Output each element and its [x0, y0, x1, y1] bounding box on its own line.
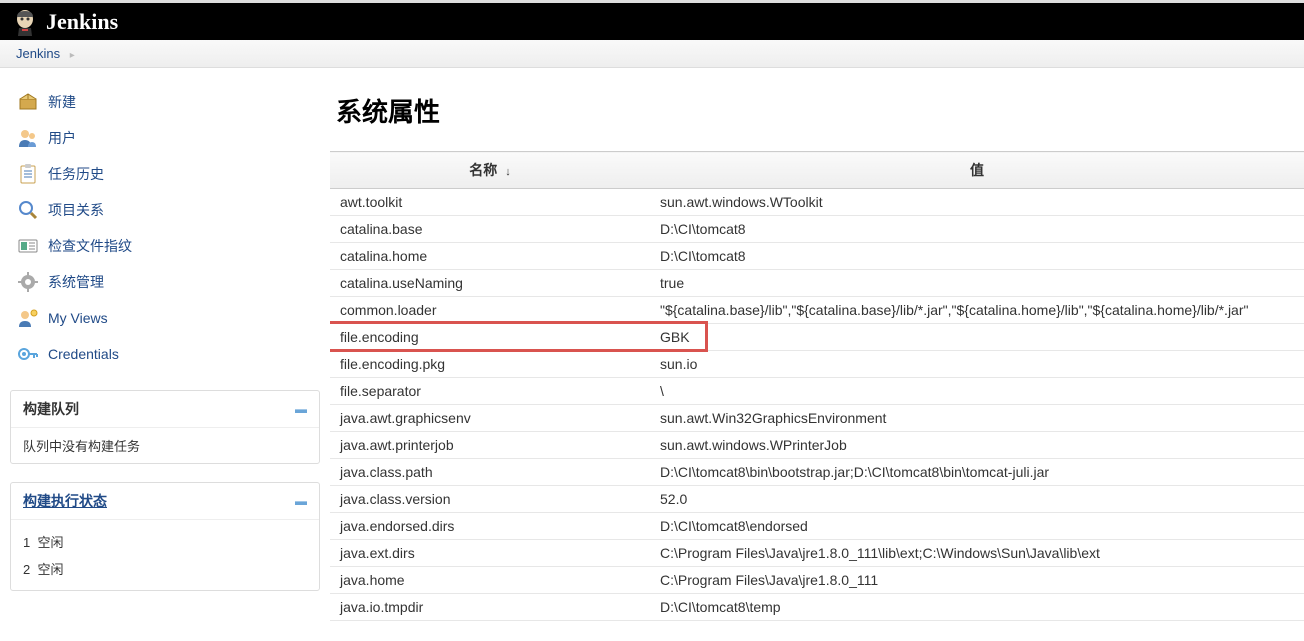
sidebar-item-box[interactable]: 新建	[10, 84, 320, 120]
table-row: java.homeC:\Program Files\Java\jre1.8.0_…	[330, 567, 1304, 594]
executor-row: 2 空闲	[23, 555, 307, 582]
prop-value: sun.awt.windows.WToolkit	[650, 189, 1304, 216]
sidebar-item-label[interactable]: 系统管理	[48, 272, 104, 292]
prop-name: catalina.home	[330, 243, 650, 270]
prop-name: file.encoding.pkg	[330, 351, 650, 378]
table-row: catalina.baseD:\CI\tomcat8	[330, 216, 1304, 243]
executor-row: 1 空闲	[23, 528, 307, 555]
fingerprint-icon	[16, 234, 40, 258]
sidebar-item-label[interactable]: 项目关系	[48, 200, 104, 220]
prop-value: true	[650, 270, 1304, 297]
table-row: catalina.homeD:\CI\tomcat8	[330, 243, 1304, 270]
column-header-name[interactable]: 名称 ↓	[330, 152, 650, 189]
table-row: java.awt.graphicsenvsun.awt.Win32Graphic…	[330, 405, 1304, 432]
sidebar-item-label[interactable]: 用户	[48, 128, 76, 148]
sidebar-item-fingerprint[interactable]: 检查文件指纹	[10, 228, 320, 264]
prop-name: java.home	[330, 567, 650, 594]
sort-arrow-icon: ↓	[505, 166, 511, 178]
gear-icon	[16, 270, 40, 294]
column-header-value[interactable]: 值	[650, 152, 1304, 189]
box-icon	[16, 90, 40, 114]
table-row: java.awt.printerjobsun.awt.windows.WPrin…	[330, 432, 1304, 459]
executor-num: 2	[23, 562, 30, 577]
table-row: java.class.pathD:\CI\tomcat8\bin\bootstr…	[330, 459, 1304, 486]
app-header: Jenkins	[0, 0, 1304, 40]
prop-name: java.class.path	[330, 459, 650, 486]
prop-name: awt.toolkit	[330, 189, 650, 216]
prop-value: C:\Program Files\Java\jre1.8.0_111	[650, 567, 1304, 594]
build-queue-body: 队列中没有构建任务	[11, 428, 319, 463]
breadcrumb: Jenkins ▸	[0, 40, 1304, 68]
prop-name: catalina.useNaming	[330, 270, 650, 297]
build-queue-panel: 构建队列 ▬ 队列中没有构建任务	[10, 390, 320, 464]
sidebar: 新建用户任务历史项目关系检查文件指纹系统管理 My Views Credential…	[0, 68, 330, 641]
search-icon	[16, 198, 40, 222]
product-name: Jenkins	[46, 9, 118, 35]
breadcrumb-separator-icon: ▸	[70, 50, 75, 61]
prop-name: file.separator	[330, 378, 650, 405]
table-row: java.class.version52.0	[330, 486, 1304, 513]
table-row: catalina.useNamingtrue	[330, 270, 1304, 297]
prop-name: java.class.version	[330, 486, 650, 513]
prop-name: java.endorsed.dirs	[330, 513, 650, 540]
collapse-icon[interactable]: ▬	[295, 402, 307, 416]
jenkins-icon	[12, 7, 38, 37]
sidebar-item-myview[interactable]: My Views	[10, 300, 320, 336]
prop-value: sun.io	[650, 351, 1304, 378]
sidebar-item-key[interactable]: Credentials	[10, 336, 320, 372]
sidebar-item-label[interactable]: My Views	[48, 310, 108, 326]
prop-name: java.awt.graphicsenv	[330, 405, 650, 432]
users-icon	[16, 126, 40, 150]
executor-state: 空闲	[37, 562, 63, 577]
prop-value: D:\CI\tomcat8\temp	[650, 594, 1304, 621]
executor-state: 空闲	[37, 535, 63, 550]
myview-icon	[16, 306, 40, 330]
sidebar-item-users[interactable]: 用户	[10, 120, 320, 156]
executors-panel: 构建执行状态 ▬ 1 空闲2 空闲	[10, 482, 320, 591]
sidebar-item-gear[interactable]: 系统管理	[10, 264, 320, 300]
table-row: java.endorsed.dirsD:\CI\tomcat8\endorsed	[330, 513, 1304, 540]
prop-value: GBK	[650, 324, 1304, 351]
build-queue-title: 构建队列	[23, 399, 79, 419]
page-title: 系统属性	[336, 92, 1304, 129]
executor-num: 1	[23, 535, 30, 550]
table-row: java.io.tmpdirD:\CI\tomcat8\temp	[330, 594, 1304, 621]
prop-value: C:\Program Files\Java\jre1.8.0_111\lib\e…	[650, 540, 1304, 567]
table-row: file.encodingGBK	[330, 324, 1304, 351]
prop-value: D:\CI\tomcat8	[650, 216, 1304, 243]
table-row: awt.toolkitsun.awt.windows.WToolkit	[330, 189, 1304, 216]
clipboard-icon	[16, 162, 40, 186]
sidebar-item-search[interactable]: 项目关系	[10, 192, 320, 228]
breadcrumb-item[interactable]: Jenkins	[16, 46, 60, 61]
sidebar-item-label[interactable]: 任务历史	[48, 164, 104, 184]
prop-value: D:\CI\tomcat8\endorsed	[650, 513, 1304, 540]
sidebar-item-clipboard[interactable]: 任务历史	[10, 156, 320, 192]
prop-value: sun.awt.Win32GraphicsEnvironment	[650, 405, 1304, 432]
collapse-icon[interactable]: ▬	[295, 494, 307, 508]
prop-value: \	[650, 378, 1304, 405]
prop-name: java.io.tmpdir	[330, 594, 650, 621]
prop-name: common.loader	[330, 297, 650, 324]
system-properties-table: 名称 ↓ 值 awt.toolkitsun.awt.windows.WToolk…	[330, 151, 1304, 621]
prop-value: sun.awt.windows.WPrinterJob	[650, 432, 1304, 459]
sidebar-item-label[interactable]: 检查文件指纹	[48, 236, 132, 256]
prop-value: D:\CI\tomcat8\bin\bootstrap.jar;D:\CI\to…	[650, 459, 1304, 486]
table-row: java.ext.dirsC:\Program Files\Java\jre1.…	[330, 540, 1304, 567]
table-row: file.separator\	[330, 378, 1304, 405]
jenkins-logo[interactable]: Jenkins	[12, 7, 118, 37]
prop-value: D:\CI\tomcat8	[650, 243, 1304, 270]
prop-name: java.ext.dirs	[330, 540, 650, 567]
table-row: common.loader"${catalina.base}/lib","${c…	[330, 297, 1304, 324]
executors-title[interactable]: 构建执行状态	[23, 491, 107, 511]
prop-value: 52.0	[650, 486, 1304, 513]
sidebar-item-label[interactable]: Credentials	[48, 346, 119, 362]
main-content: 系统属性 名称 ↓ 值 awt.toolkitsun.awt.windows.W…	[330, 68, 1304, 641]
prop-value: "${catalina.base}/lib","${catalina.base}…	[650, 297, 1304, 324]
table-row: file.encoding.pkgsun.io	[330, 351, 1304, 378]
prop-name: file.encoding	[330, 324, 650, 351]
prop-name: java.awt.printerjob	[330, 432, 650, 459]
sidebar-item-label[interactable]: 新建	[48, 92, 76, 112]
prop-name: catalina.base	[330, 216, 650, 243]
key-icon	[16, 342, 40, 366]
